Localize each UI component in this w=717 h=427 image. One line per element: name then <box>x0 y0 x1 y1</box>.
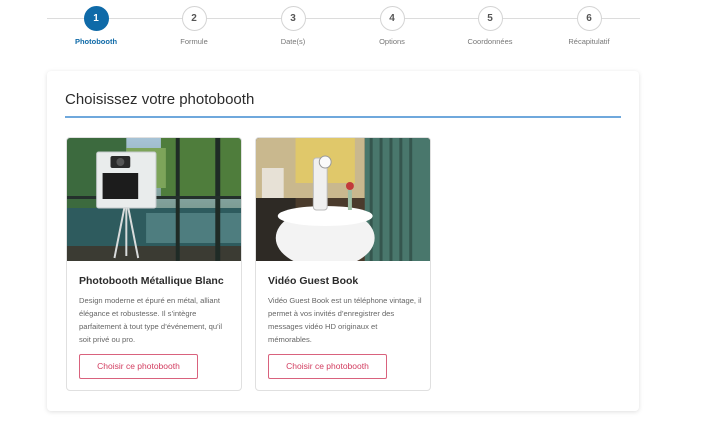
step-label: Options <box>379 37 405 46</box>
step-label: Coordonnées <box>467 37 513 46</box>
card-description: Vidéo Guest Book est un téléphone vintag… <box>268 296 422 344</box>
step-photobooth[interactable]: 1 Photobooth <box>56 6 136 46</box>
card-title: Vidéo Guest Book <box>268 275 359 287</box>
step-dates[interactable]: 3 Date(s) <box>253 6 333 46</box>
step-number: 6 <box>576 6 602 31</box>
step-label: Photobooth <box>74 37 118 46</box>
step-number: 3 <box>280 6 306 31</box>
photobooth-card-video-guest-book: Vidéo Guest Book Vidéo Guest Book est un… <box>255 137 431 391</box>
card-description: Design moderne et épuré en métal, allian… <box>79 296 223 344</box>
step-coordonnees[interactable]: 5 Coordonnées <box>450 6 530 46</box>
photobooth-card-metal: Photobooth Métallique Blanc Design moder… <box>66 137 242 391</box>
step-options[interactable]: 4 Options <box>352 6 432 46</box>
step-number: 1 <box>83 6 109 31</box>
step-number: 4 <box>379 6 405 31</box>
choose-photobooth-metal-button[interactable]: Choisir ce photobooth <box>79 354 198 379</box>
title-divider <box>65 116 621 118</box>
step-label: Formule <box>180 37 208 46</box>
progress-stepper: 1 Photobooth 2 Formule 3 Date(s) 4 Optio… <box>47 6 640 50</box>
choose-video-guest-book-button[interactable]: Choisir ce photobooth <box>268 354 387 379</box>
step-formule[interactable]: 2 Formule <box>154 6 234 46</box>
panel-title: Choisissez votre photobooth <box>65 91 255 108</box>
photobooth-selection-panel: Choisissez votre photobooth Photobooth M… <box>47 71 639 411</box>
step-label: Date(s) <box>280 37 306 46</box>
step-number: 5 <box>477 6 503 31</box>
video-guest-book-image <box>256 138 430 261</box>
step-number: 2 <box>181 6 207 31</box>
step-recapitulatif[interactable]: 6 Récapitulatif <box>549 6 629 46</box>
photobooth-metal-image <box>67 138 241 261</box>
step-label: Récapitulatif <box>568 37 610 46</box>
card-title: Photobooth Métallique Blanc <box>79 275 224 287</box>
